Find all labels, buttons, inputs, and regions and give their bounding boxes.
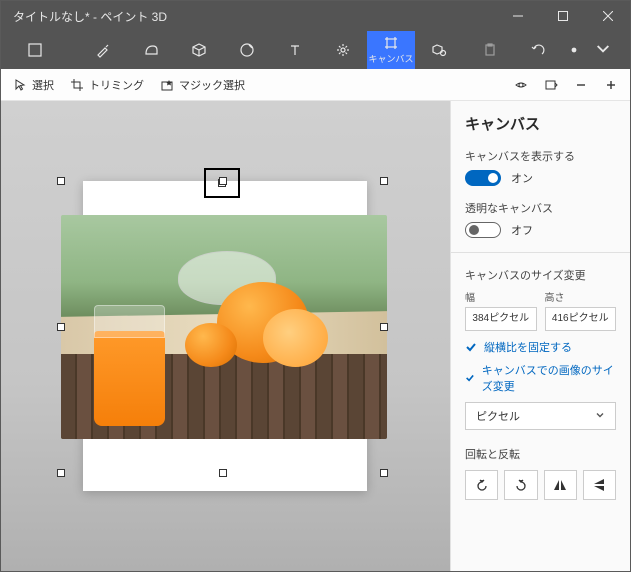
height-label: 高さ — [545, 289, 617, 304]
resize-handle-mr[interactable] — [380, 323, 388, 331]
unit-value: ピクセル — [476, 408, 520, 424]
show-canvas-toggle[interactable] — [465, 170, 501, 186]
unit-dropdown[interactable]: ピクセル — [465, 402, 616, 430]
magic-select-label: マジック選択 — [179, 77, 245, 93]
sub-toolbar: 選択 トリミング マジック選択 — [1, 69, 630, 101]
paint3d-window: タイトルなし* - ペイント 3D — [0, 0, 631, 572]
resize-handle-tm[interactable] — [219, 177, 227, 185]
paste-button[interactable] — [466, 31, 514, 69]
main-area: キャンバス キャンバスを表示する オン 透明なキャンバス オフ キャンバスのサイ… — [1, 101, 630, 571]
chevron-down-icon — [595, 410, 605, 423]
titlebar: タイトルなし* - ペイント 3D — [1, 1, 630, 31]
resize-section-title: キャンバスのサイズ変更 — [465, 267, 616, 283]
resize-handle-tl[interactable] — [57, 177, 65, 185]
window-controls — [495, 1, 630, 31]
history-dropdown[interactable] — [562, 31, 586, 69]
transparent-canvas-label: 透明なキャンバス — [465, 200, 616, 216]
2d-shapes-tool[interactable] — [127, 31, 175, 69]
flip-vertical-button[interactable] — [583, 470, 616, 500]
main-toolbar: キャンバス — [1, 31, 630, 69]
effects-tool[interactable] — [319, 31, 367, 69]
lock-aspect-label: 縦横比を固定する — [484, 339, 572, 355]
crop-tool[interactable]: トリミング — [70, 77, 144, 93]
resize-handle-br[interactable] — [380, 469, 388, 477]
rotate-right-button[interactable] — [465, 470, 498, 500]
redo-button[interactable] — [586, 31, 620, 69]
checkmark-icon — [465, 372, 475, 384]
brushes-tool[interactable] — [79, 31, 127, 69]
canvas-tool-label: キャンバス — [368, 52, 413, 65]
lock-aspect-checkbox[interactable]: 縦横比を固定する — [465, 339, 616, 355]
show-canvas-label: キャンバスを表示する — [465, 148, 616, 164]
3d-shapes-tool[interactable] — [175, 31, 223, 69]
select-tool[interactable]: 選択 — [13, 77, 54, 93]
zoom-out-button[interactable] — [574, 78, 588, 92]
resize-image-checkbox[interactable]: キャンバスでの画像のサイズ変更 — [465, 362, 616, 394]
transparent-canvas-state: オフ — [511, 222, 533, 238]
window-title: タイトルなし* - ペイント 3D — [1, 8, 495, 25]
menu-button[interactable] — [11, 31, 59, 69]
rotate-flip-title: 回転と反転 — [465, 446, 616, 462]
flip-horizontal-button[interactable] — [544, 470, 577, 500]
inserted-image[interactable] — [61, 215, 387, 439]
3d-library-tool[interactable] — [415, 31, 463, 69]
select-label: 選択 — [32, 77, 54, 93]
crop-label: トリミング — [89, 77, 144, 93]
mixed-reality-button[interactable] — [544, 78, 558, 92]
resize-handle-ml[interactable] — [57, 323, 65, 331]
stickers-tool[interactable] — [223, 31, 271, 69]
resize-image-label: キャンバスでの画像のサイズ変更 — [482, 362, 616, 394]
rotate-left-button[interactable] — [504, 470, 537, 500]
text-tool[interactable] — [271, 31, 319, 69]
width-label: 幅 — [465, 289, 537, 304]
canvas-viewport[interactable] — [1, 101, 450, 571]
checkmark-icon — [465, 341, 477, 353]
panel-title: キャンバス — [465, 113, 616, 134]
undo-button[interactable] — [514, 31, 562, 69]
height-input[interactable]: 416ピクセル — [545, 307, 617, 331]
resize-handle-tr[interactable] — [380, 177, 388, 185]
canvas-tool[interactable]: キャンバス — [367, 31, 415, 69]
width-input[interactable]: 384ピクセル — [465, 307, 537, 331]
zoom-in-button[interactable] — [604, 78, 618, 92]
close-button[interactable] — [585, 1, 630, 31]
maximize-button[interactable] — [540, 1, 585, 31]
resize-handle-bl[interactable] — [57, 469, 65, 477]
transparent-canvas-toggle[interactable] — [465, 222, 501, 238]
show-canvas-state: オン — [511, 170, 533, 186]
properties-panel: キャンバス キャンバスを表示する オン 透明なキャンバス オフ キャンバスのサイ… — [450, 101, 630, 571]
minimize-button[interactable] — [495, 1, 540, 31]
magic-select-tool[interactable]: マジック選択 — [160, 77, 245, 93]
resize-handle-bm[interactable] — [219, 469, 227, 477]
view-3d-button[interactable] — [514, 78, 528, 92]
